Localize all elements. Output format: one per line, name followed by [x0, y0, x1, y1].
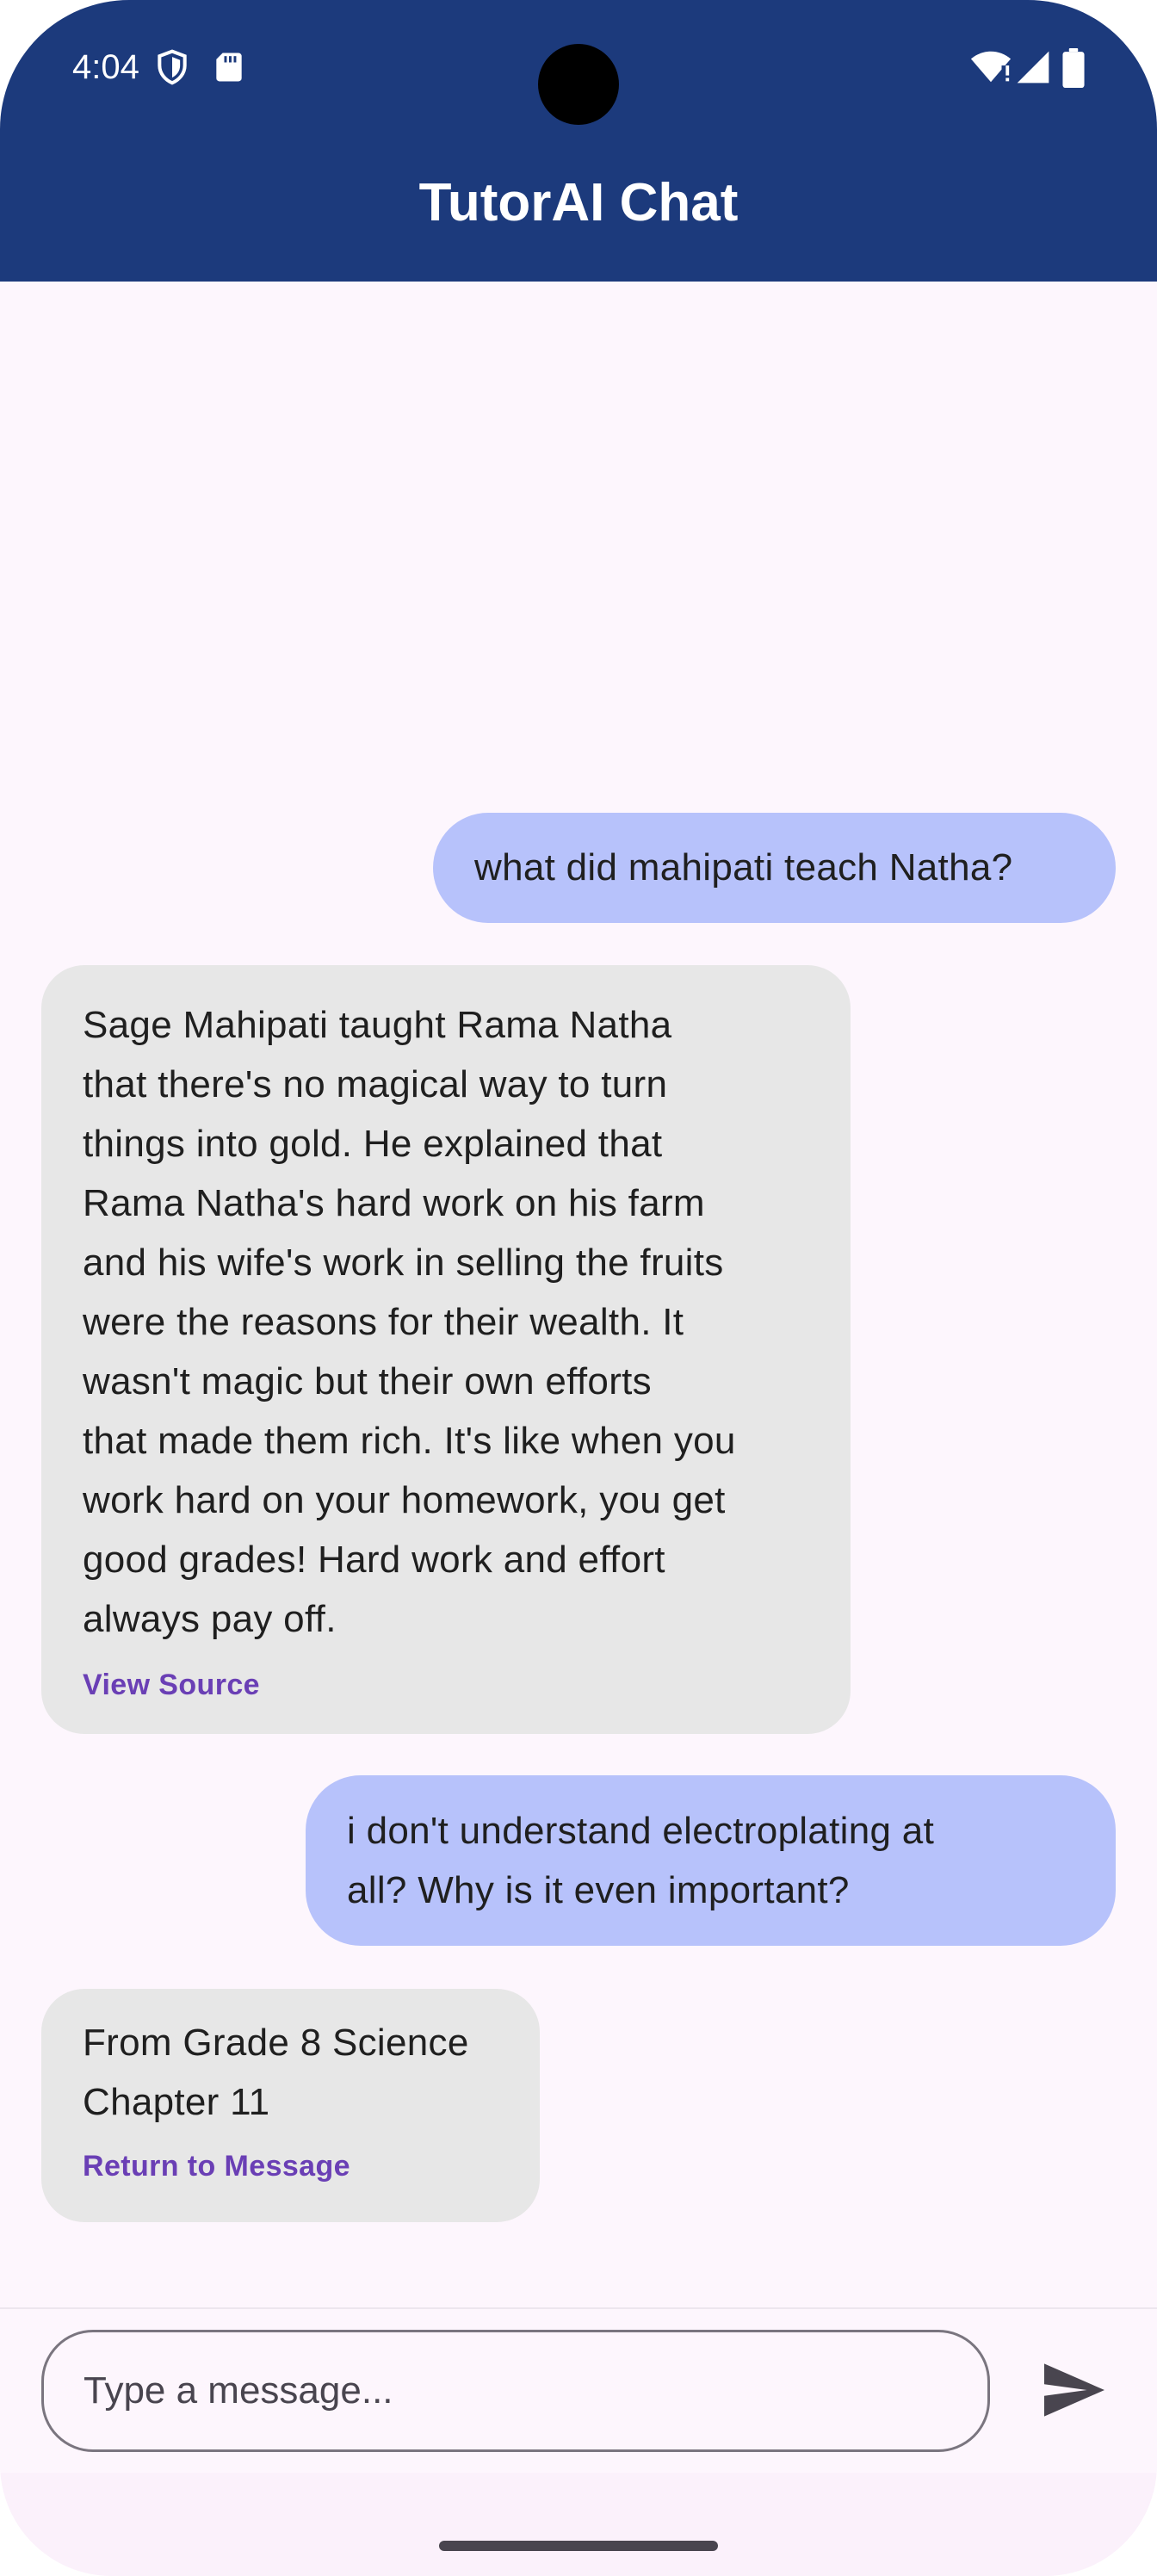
- message-line: that made them rich. It's like when you: [83, 1420, 736, 1462]
- message-line: Rama Natha's hard work on his farm: [83, 1182, 705, 1224]
- phone-screen: 4:04 TutorAI Chat what did mahipati teac…: [0, 0, 1157, 2576]
- page-title: TutorAI Chat: [418, 173, 739, 232]
- message-line: wasn't magic but their own efforts: [83, 1360, 652, 1403]
- message-composer: [0, 2307, 1157, 2474]
- gesture-bar-area: [0, 2473, 1157, 2576]
- message-text: what did mahipati teach Natha?: [474, 846, 1013, 889]
- message-line: were the reasons for their wealth. It: [83, 1301, 684, 1343]
- battery-icon: [1061, 48, 1086, 88]
- send-button[interactable]: [1033, 2349, 1116, 2431]
- view-source-link[interactable]: View Source: [83, 1666, 809, 1704]
- message-line: Sage Mahipati taught Rama Natha: [83, 1004, 672, 1046]
- message-line: good grades! Hard work and effort: [83, 1539, 665, 1581]
- message-input[interactable]: [41, 2330, 990, 2452]
- message-line: things into gold. He explained that: [83, 1123, 663, 1165]
- message-line: always pay off.: [83, 1598, 337, 1640]
- message-line: all? Why is it even important?: [347, 1869, 850, 1911]
- user-message: what did mahipati teach Natha?: [433, 813, 1116, 923]
- bot-message: From Grade 8 Science Chapter 11 Return t…: [41, 1989, 540, 2222]
- message-line: work hard on your homework, you get: [83, 1479, 726, 1521]
- send-icon: [1044, 2363, 1104, 2417]
- user-message: i don't understand electroplating at all…: [306, 1775, 1116, 1946]
- wifi-icon: [969, 48, 1012, 86]
- message-line: that there's no magical way to turn: [83, 1063, 668, 1105]
- message-line: i don't understand electroplating at: [347, 1810, 935, 1852]
- sd-card-icon: [210, 48, 248, 86]
- front-camera: [538, 44, 619, 125]
- message-line: Chapter 11: [83, 2081, 270, 2123]
- message-line: and his wife's work in selling the fruit…: [83, 1242, 724, 1284]
- bot-message: Sage Mahipati taught Rama Natha that the…: [41, 965, 851, 1734]
- status-time: 4:04: [72, 48, 139, 86]
- home-indicator[interactable]: [439, 2541, 718, 2551]
- return-to-message-link[interactable]: Return to Message: [83, 2147, 498, 2185]
- shield-icon: [153, 48, 191, 86]
- signal-icon: [1014, 48, 1052, 86]
- app-bar: 4:04 TutorAI Chat: [0, 0, 1157, 282]
- message-line: From Grade 8 Science: [83, 2022, 469, 2064]
